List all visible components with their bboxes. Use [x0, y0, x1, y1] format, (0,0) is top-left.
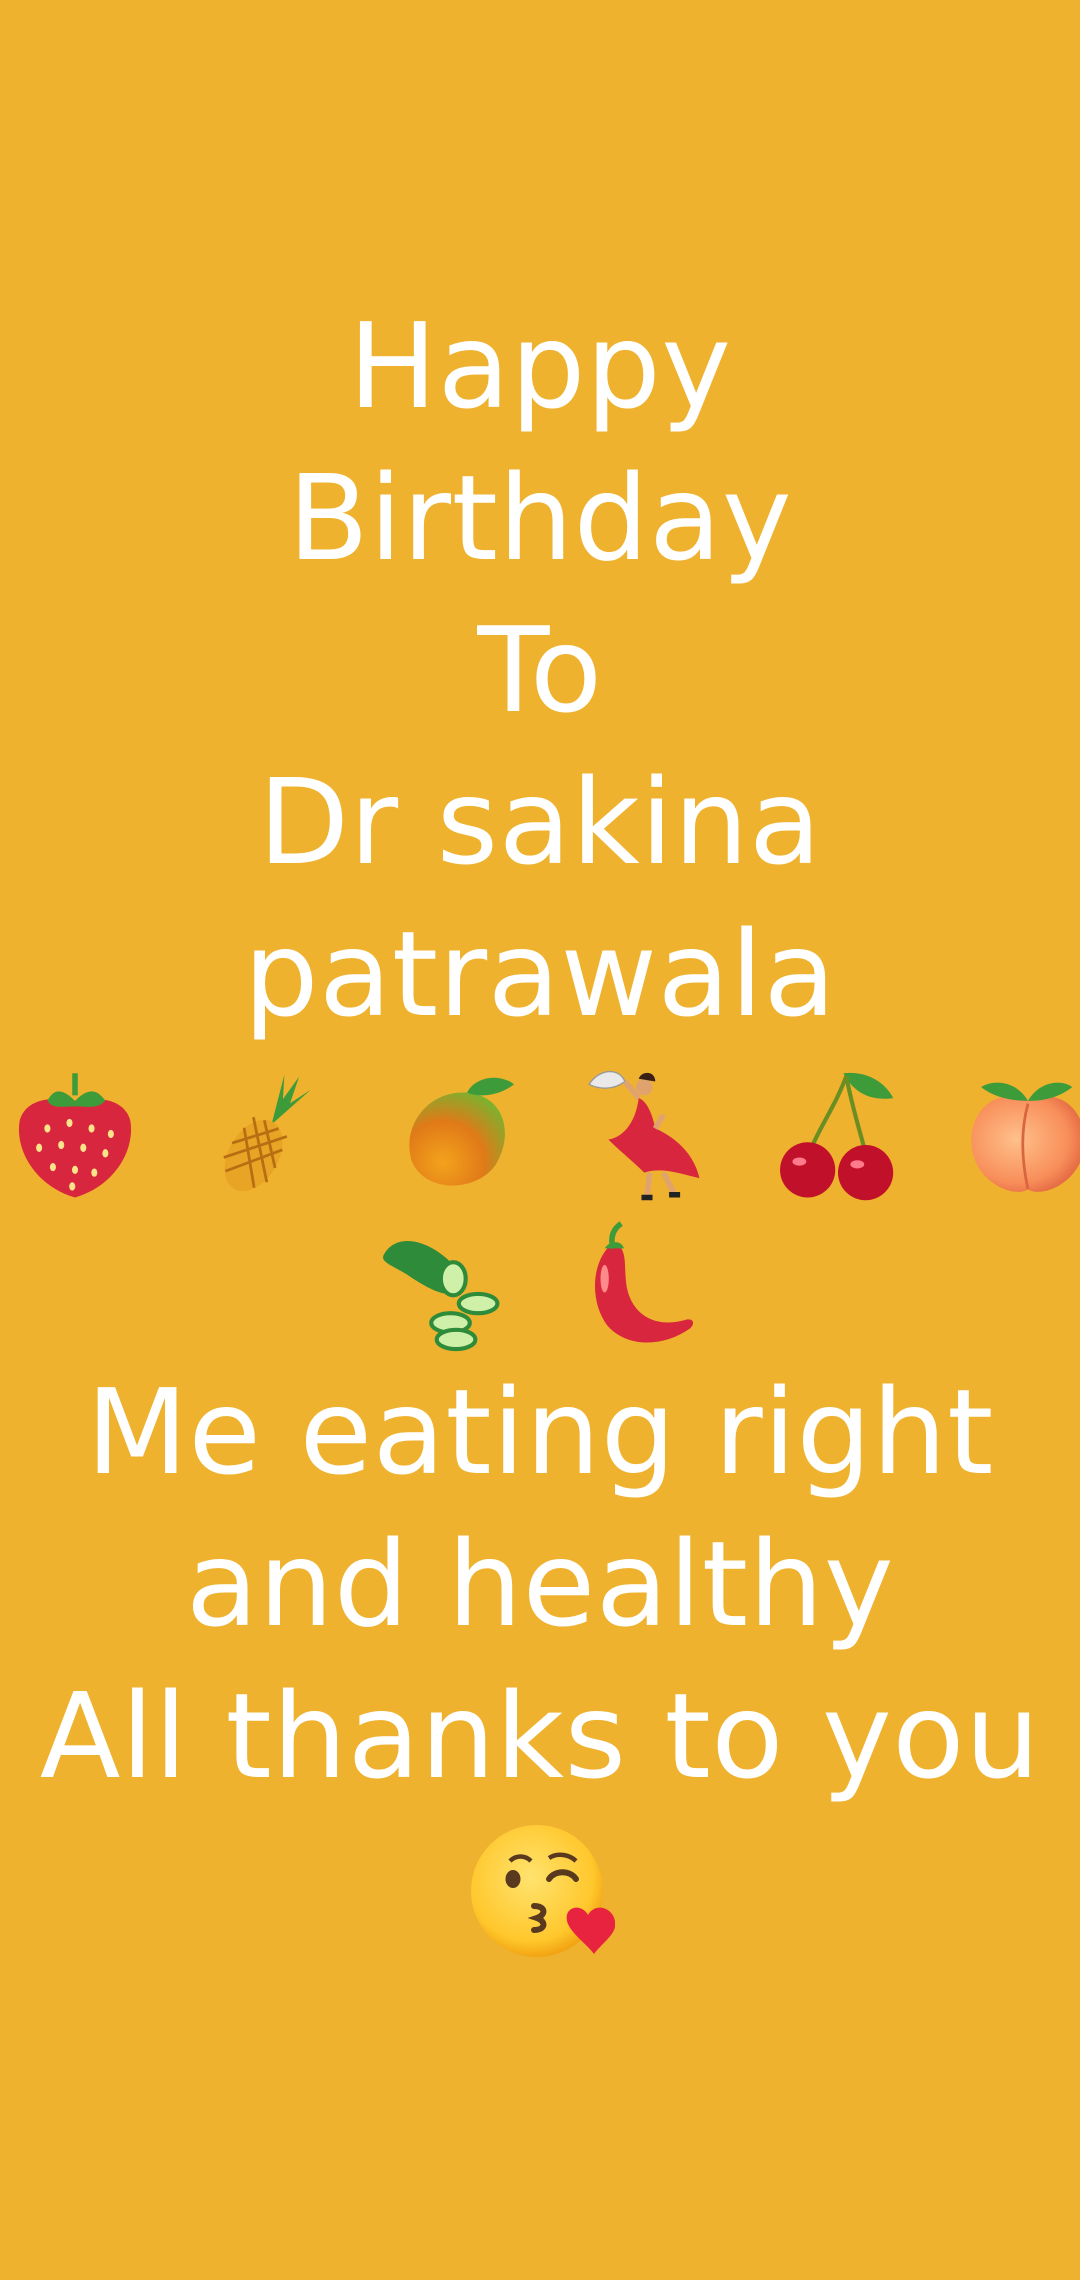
message-line-3: To: [477, 601, 603, 739]
closing-line-1: Me eating right: [86, 1362, 994, 1501]
status-text: Happy Birthday To Dr sakina patrawala Me…: [0, 290, 1080, 1974]
message-line-5: patrawala: [243, 905, 837, 1043]
chili-pepper-icon: [595, 1220, 694, 1343]
message-line-1: Happy: [348, 297, 732, 435]
kiss-emoji-row: [0, 1816, 1080, 1974]
closing-line-2: and healthy: [185, 1514, 895, 1653]
face-blowing-kiss-icon: [471, 1824, 616, 1957]
message-line-4: Dr sakina: [258, 753, 822, 891]
pineapple-icon: [223, 1074, 311, 1192]
cherries-icon: [779, 1072, 893, 1201]
peach-icon: [971, 1082, 1080, 1192]
cucumber-icon: [382, 1240, 500, 1351]
dancer-icon: [588, 1070, 700, 1201]
strawberry-icon: [18, 1073, 132, 1198]
fruit-emoji-row: [0, 1050, 1080, 1203]
closing-line-3: All thanks to you: [39, 1666, 1041, 1805]
status-screen[interactable]: Happy Birthday To Dr sakina patrawala Me…: [0, 0, 1080, 2280]
vegetable-emoji-row: [0, 1203, 1080, 1356]
mango-icon: [409, 1077, 515, 1186]
message-line-2: Birthday: [287, 449, 793, 587]
